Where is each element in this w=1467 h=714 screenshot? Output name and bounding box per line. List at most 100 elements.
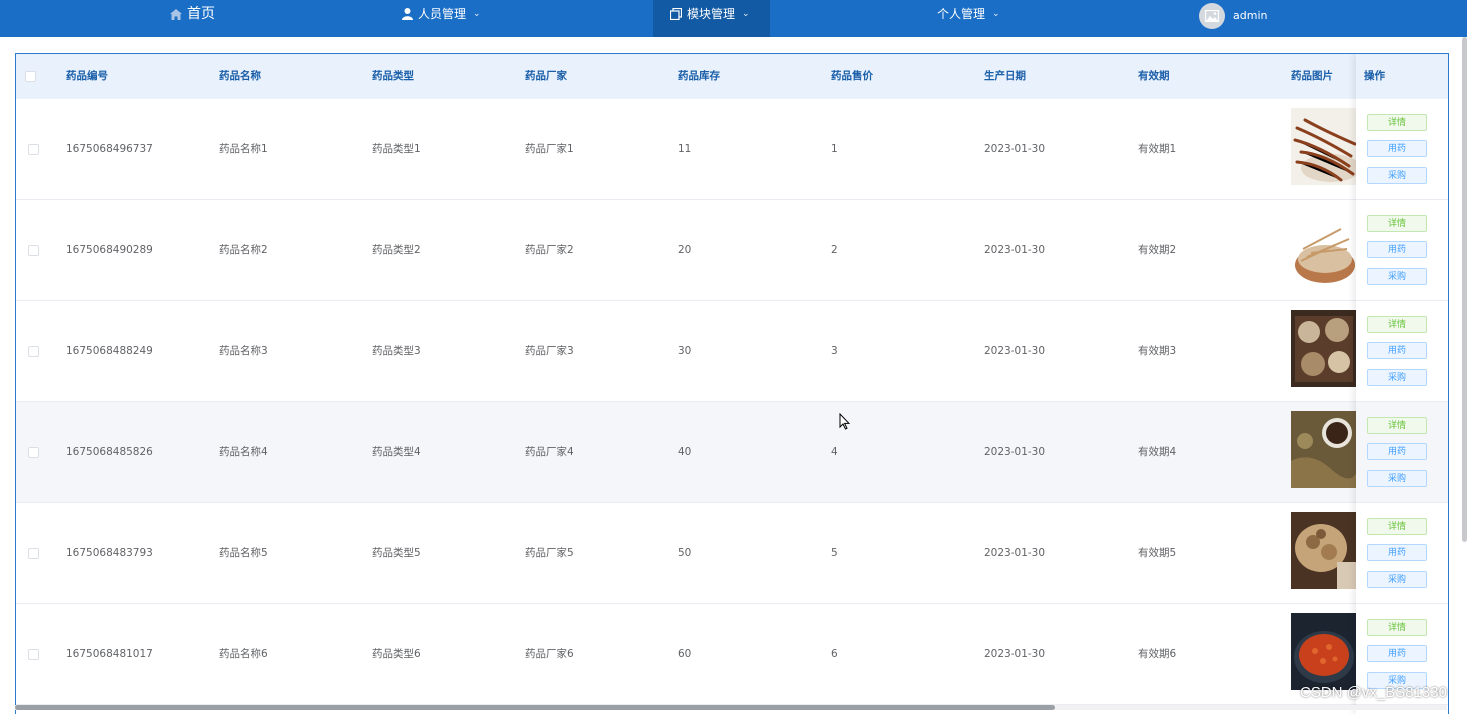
chevron-down-icon: ⌄ (992, 9, 1000, 19)
username: admin (1233, 9, 1268, 22)
cell-name: 药品名称4 (219, 446, 268, 458)
nav-personal[interactable]: 个人管理 ⌄ (937, 0, 1000, 37)
cell-id: 1675068490289 (66, 244, 153, 256)
cell-valid: 有效期2 (1138, 244, 1177, 256)
table-header: 药品编号 药品名称 药品类型 药品厂家 药品库存 药品售价 生产日期 有效期 药… (16, 54, 1448, 99)
cell-type: 药品类型2 (372, 244, 421, 256)
cell-valid: 有效期4 (1138, 446, 1177, 458)
nav-modules[interactable]: 模块管理 ⌄ (653, 0, 770, 37)
cell-stock: 50 (678, 547, 692, 559)
ops-cell: 详情 用药 采购 (1356, 402, 1448, 503)
cell-date: 2023-01-30 (984, 648, 1046, 660)
cell-maker: 药品厂家4 (525, 446, 574, 458)
row-checkbox[interactable] (28, 649, 39, 660)
use-button[interactable]: 用药 (1367, 342, 1427, 359)
cell-stock: 60 (678, 648, 692, 660)
ops-cell: 详情 用药 采购 (1356, 99, 1448, 200)
cell-id: 1675068496737 (66, 143, 153, 155)
col-header-date[interactable]: 生产日期 (984, 54, 1026, 99)
purchase-button[interactable]: 采购 (1367, 470, 1427, 487)
drug-image[interactable] (1291, 512, 1357, 589)
drug-image[interactable] (1291, 209, 1357, 286)
purchase-button[interactable]: 采购 (1367, 268, 1427, 285)
purchase-button[interactable]: 采购 (1367, 369, 1427, 386)
cell-stock: 40 (678, 446, 692, 458)
row-checkbox[interactable] (28, 548, 39, 559)
col-header-stock[interactable]: 药品库存 (678, 54, 720, 99)
detail-button[interactable]: 详情 (1367, 215, 1427, 232)
watermark: CSDN @vx_BS81330 (1300, 684, 1447, 701)
cell-maker: 药品厂家5 (525, 547, 574, 559)
cell-name: 药品名称3 (219, 345, 268, 357)
copy-icon (670, 8, 682, 20)
cell-price: 5 (831, 547, 838, 559)
nav-home[interactable]: 首页 (170, 0, 215, 37)
use-button[interactable]: 用药 (1367, 241, 1427, 258)
cell-price: 1 (831, 143, 838, 155)
row-checkbox[interactable] (28, 144, 39, 155)
cell-valid: 有效期3 (1138, 345, 1177, 357)
cell-maker: 药品厂家3 (525, 345, 574, 357)
vertical-scrollbar-thumb[interactable] (1462, 37, 1467, 542)
use-button[interactable]: 用药 (1367, 140, 1427, 157)
purchase-button[interactable]: 采购 (1367, 167, 1427, 184)
detail-button[interactable]: 详情 (1367, 417, 1427, 434)
table-row: 1675068488249 药品名称3 药品类型3 药品厂家3 30 3 202… (16, 301, 1448, 402)
col-header-id[interactable]: 药品编号 (66, 54, 108, 99)
detail-button[interactable]: 详情 (1367, 619, 1427, 636)
select-all-checkbox[interactable] (25, 71, 36, 82)
col-header-image[interactable]: 药品图片 (1291, 54, 1333, 99)
cell-price: 4 (831, 446, 838, 458)
cell-type: 药品类型5 (372, 547, 421, 559)
ops-cell: 详情 用药 采购 (1356, 503, 1448, 604)
nav-modules-label: 模块管理 (687, 7, 736, 21)
cell-stock: 20 (678, 244, 692, 256)
col-header-price[interactable]: 药品售价 (831, 54, 873, 99)
cell-valid: 有效期1 (1138, 143, 1177, 155)
col-header-name[interactable]: 药品名称 (219, 54, 261, 99)
nav-home-label: 首页 (187, 6, 215, 22)
cell-price: 2 (831, 244, 838, 256)
row-checkbox[interactable] (28, 447, 39, 458)
drug-image[interactable] (1291, 613, 1357, 690)
cell-type: 药品类型4 (372, 446, 421, 458)
ops-cell: 详情 用药 采购 (1356, 200, 1448, 301)
cell-price: 3 (831, 345, 838, 357)
cell-name: 药品名称5 (219, 547, 268, 559)
use-button[interactable]: 用药 (1367, 645, 1427, 662)
mouse-cursor-icon (839, 413, 850, 430)
use-button[interactable]: 用药 (1367, 443, 1427, 460)
col-header-type[interactable]: 药品类型 (372, 54, 414, 99)
cell-id: 1675068485826 (66, 446, 153, 458)
horizontal-scrollbar-thumb[interactable] (15, 705, 1055, 710)
nav-personal-label: 个人管理 (937, 7, 986, 21)
purchase-button[interactable]: 采购 (1367, 571, 1427, 588)
cell-stock: 11 (678, 143, 692, 155)
nav-personnel-label: 人员管理 (418, 7, 467, 21)
cell-type: 药品类型6 (372, 648, 421, 660)
use-button[interactable]: 用药 (1367, 544, 1427, 561)
cell-type: 药品类型3 (372, 345, 421, 357)
cell-date: 2023-01-30 (984, 244, 1046, 256)
cell-date: 2023-01-30 (984, 143, 1046, 155)
cell-valid: 有效期6 (1138, 648, 1177, 660)
home-icon (170, 8, 182, 20)
detail-button[interactable]: 详情 (1367, 114, 1427, 131)
col-header-valid[interactable]: 有效期 (1138, 54, 1170, 99)
row-checkbox[interactable] (28, 245, 39, 256)
row-checkbox[interactable] (28, 346, 39, 357)
cell-name: 药品名称1 (219, 143, 268, 155)
drug-image[interactable] (1291, 108, 1357, 185)
drug-image[interactable] (1291, 310, 1357, 387)
chevron-down-icon: ⌄ (742, 9, 750, 19)
drug-image[interactable] (1291, 411, 1357, 488)
user-menu[interactable]: admin (1199, 2, 1267, 39)
detail-button[interactable]: 详情 (1367, 316, 1427, 333)
cell-maker: 药品厂家1 (525, 143, 574, 155)
detail-button[interactable]: 详情 (1367, 518, 1427, 535)
col-header-maker[interactable]: 药品厂家 (525, 54, 567, 99)
nav-personnel[interactable]: 人员管理 ⌄ (402, 0, 481, 37)
table-row: 1675068483793 药品名称5 药品类型5 药品厂家5 50 5 202… (16, 503, 1448, 604)
cell-date: 2023-01-30 (984, 446, 1046, 458)
cell-stock: 30 (678, 345, 692, 357)
